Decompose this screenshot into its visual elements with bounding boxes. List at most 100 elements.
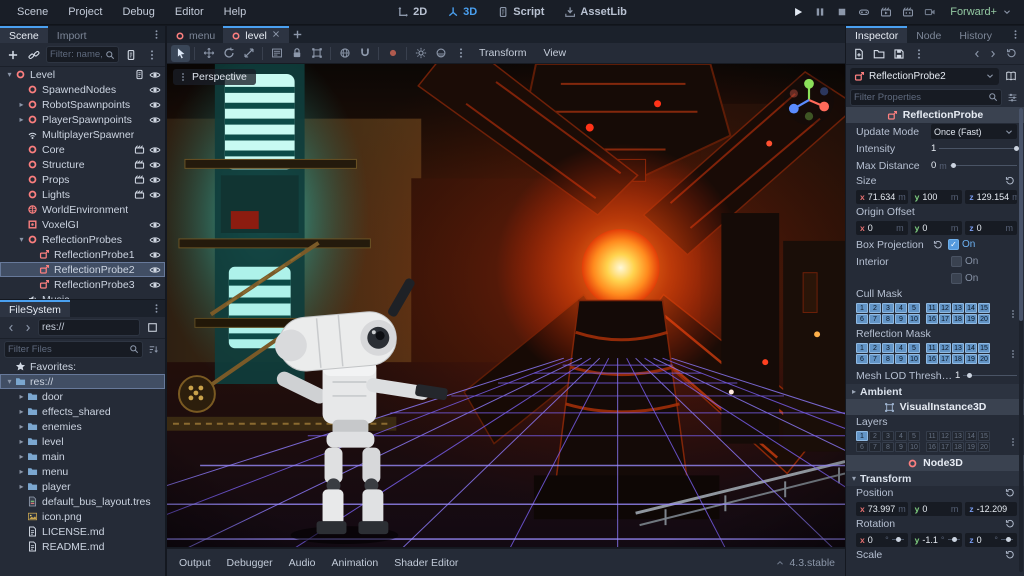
open-scene-badge[interactable] bbox=[132, 188, 147, 202]
view-menu[interactable]: View bbox=[535, 46, 574, 60]
origin-y-field[interactable]: y0m bbox=[910, 220, 963, 235]
history-forward-button[interactable] bbox=[21, 319, 35, 337]
visibility-toggle[interactable] bbox=[147, 248, 162, 262]
visibility-toggle[interactable] bbox=[147, 278, 162, 292]
cull-mask-bit-6[interactable]: 6 bbox=[856, 314, 868, 324]
workspace-2d[interactable]: 2D bbox=[389, 4, 435, 20]
layers-bit-11[interactable]: 11 bbox=[926, 431, 938, 441]
open-docs-button[interactable] bbox=[1002, 67, 1020, 85]
box-projection-reset-button[interactable] bbox=[931, 238, 945, 252]
cull-mask-bit-16[interactable]: 16 bbox=[926, 314, 938, 324]
reflection-mask-bit-3[interactable]: 3 bbox=[882, 343, 894, 353]
cull-mask-bit-19[interactable]: 19 bbox=[965, 314, 977, 324]
scene-tree-item-spawnednodes[interactable]: SpawnedNodes bbox=[0, 82, 165, 97]
history-back-button[interactable] bbox=[4, 319, 18, 337]
position-z-field[interactable]: z -12.209 bbox=[965, 501, 1018, 516]
select-tool[interactable] bbox=[171, 44, 190, 62]
scale-tool[interactable] bbox=[239, 45, 258, 62]
visibility-toggle[interactable] bbox=[147, 173, 162, 187]
workspace-assetlib[interactable]: AssetLib bbox=[556, 4, 634, 20]
scene-tree-item-reflectionprobe1[interactable]: ReflectionProbe1 bbox=[0, 247, 165, 262]
category-node3d[interactable]: Node3D bbox=[846, 455, 1024, 471]
layers-bit-3[interactable]: 3 bbox=[882, 431, 894, 441]
intensity-slider[interactable]: 1 bbox=[931, 143, 1019, 154]
cull-mask-bit-2[interactable]: 2 bbox=[869, 303, 881, 313]
section-ambient[interactable]: ▸ Ambient bbox=[846, 384, 1024, 399]
layers-bit-12[interactable]: 12 bbox=[939, 431, 951, 441]
max-distance-slider[interactable]: 0m bbox=[931, 160, 1017, 171]
filesystem-item-effects-shared[interactable]: ▸ effects_shared bbox=[0, 404, 165, 419]
visibility-toggle[interactable] bbox=[147, 68, 162, 82]
mesh-lod-slider[interactable]: 1 bbox=[955, 370, 1017, 381]
menu-debug[interactable]: Debug bbox=[113, 4, 163, 20]
layers-bit-9[interactable]: 9 bbox=[895, 442, 907, 452]
reflection-mask-bit-6[interactable]: 6 bbox=[856, 354, 868, 364]
rotate-tool[interactable] bbox=[219, 45, 238, 62]
menu-project[interactable]: Project bbox=[59, 4, 111, 20]
scene-filter-input[interactable] bbox=[50, 49, 105, 60]
interior-checkbox[interactable] bbox=[951, 256, 962, 267]
scale-reset-button[interactable] bbox=[1003, 548, 1017, 562]
cull-mask-bit-10[interactable]: 10 bbox=[908, 314, 920, 324]
script-badge[interactable] bbox=[132, 68, 147, 82]
scene-tree-item-music[interactable]: Music bbox=[0, 292, 165, 299]
cull-mask-bit-8[interactable]: 8 bbox=[882, 314, 894, 324]
version-info[interactable]: 4.3.stable bbox=[775, 557, 841, 569]
cull-mask-bit-9[interactable]: 9 bbox=[895, 314, 907, 324]
bottom-panel-output[interactable]: Output bbox=[171, 554, 219, 572]
filesystem-item-door[interactable]: ▸ door bbox=[0, 389, 165, 404]
load-resource-button[interactable] bbox=[870, 45, 888, 63]
cull-mask-bit-12[interactable]: 12 bbox=[939, 303, 951, 313]
reflection-mask-bit-8[interactable]: 8 bbox=[882, 354, 894, 364]
play-scene-button[interactable] bbox=[876, 3, 896, 21]
local-space-toggle[interactable] bbox=[335, 45, 354, 62]
cull-mask-bit-14[interactable]: 14 bbox=[965, 303, 977, 313]
layers-bit-6[interactable]: 6 bbox=[856, 442, 868, 452]
scene-tree-item-playerspawnpoints[interactable]: ▸ PlayerSpawnpoints bbox=[0, 112, 165, 127]
reflection-mask-bit-4[interactable]: 4 bbox=[895, 343, 907, 353]
cull-mask-bit-3[interactable]: 3 bbox=[882, 303, 894, 313]
camera-preview-toggle[interactable] bbox=[383, 45, 402, 62]
filesystem-item-main[interactable]: ▸ main bbox=[0, 449, 165, 464]
snap-toggle[interactable] bbox=[355, 45, 374, 62]
toggle-split-mode-button[interactable] bbox=[143, 319, 161, 337]
movie-maker-button[interactable] bbox=[920, 3, 940, 21]
rotation-reset-button[interactable] bbox=[1003, 517, 1017, 531]
reflection-mask-bit-11[interactable]: 11 bbox=[926, 343, 938, 353]
scene-tree-item-props[interactable]: Props bbox=[0, 172, 165, 187]
position-reset-button[interactable] bbox=[1003, 486, 1017, 500]
visibility-toggle[interactable] bbox=[147, 218, 162, 232]
visibility-toggle[interactable] bbox=[147, 233, 162, 247]
size-x-field[interactable]: x 71.634 m bbox=[856, 189, 908, 204]
cull-mask-bit-18[interactable]: 18 bbox=[952, 314, 964, 324]
filesystem-item-license-md[interactable]: LICENSE.md bbox=[0, 524, 165, 539]
file-filter-input[interactable] bbox=[8, 343, 129, 355]
save-resource-button[interactable] bbox=[890, 45, 908, 63]
reflection-mask-bit-13[interactable]: 13 bbox=[952, 343, 964, 353]
expander-icon[interactable]: ▸ bbox=[16, 452, 27, 461]
scene-tree-item-voxelgi[interactable]: VoxelGI bbox=[0, 217, 165, 232]
layers-bit-1[interactable]: 1 bbox=[856, 431, 868, 441]
menu-editor[interactable]: Editor bbox=[166, 4, 213, 20]
expander-icon[interactable]: ▸ bbox=[16, 437, 27, 446]
cull-mask-bit-7[interactable]: 7 bbox=[869, 314, 881, 324]
reflection-mask-bit-19[interactable]: 19 bbox=[965, 354, 977, 364]
inspector-scrollbar[interactable] bbox=[1019, 108, 1023, 572]
cull-mask-bit-5[interactable]: 5 bbox=[908, 303, 920, 313]
layers-bit-17[interactable]: 17 bbox=[939, 442, 951, 452]
reflection-mask-bit-17[interactable]: 17 bbox=[939, 354, 951, 364]
filesystem-item-enemies[interactable]: ▸ enemies bbox=[0, 419, 165, 434]
workspace-script[interactable]: Script bbox=[489, 4, 552, 20]
visibility-toggle[interactable] bbox=[147, 188, 162, 202]
scene-tree-item-reflectionprobe2[interactable]: ReflectionProbe2 bbox=[0, 262, 165, 277]
reflection-mask-bit-12[interactable]: 12 bbox=[939, 343, 951, 353]
origin-z-field[interactable]: z0m bbox=[965, 220, 1018, 235]
resource-options-button[interactable] bbox=[910, 45, 928, 63]
expander-icon[interactable]: ▸ bbox=[16, 467, 27, 476]
edited-object-dropdown[interactable]: ReflectionProbe2 bbox=[850, 67, 999, 85]
scene-tab-import[interactable]: Import bbox=[48, 26, 96, 43]
play-custom-scene-button[interactable] bbox=[898, 3, 918, 21]
scene-tree-item-reflectionprobes[interactable]: ▾ ReflectionProbes bbox=[0, 232, 165, 247]
list-select-tool[interactable] bbox=[267, 45, 286, 62]
rotation-y-field[interactable]: y -1.1 ° bbox=[910, 532, 963, 547]
